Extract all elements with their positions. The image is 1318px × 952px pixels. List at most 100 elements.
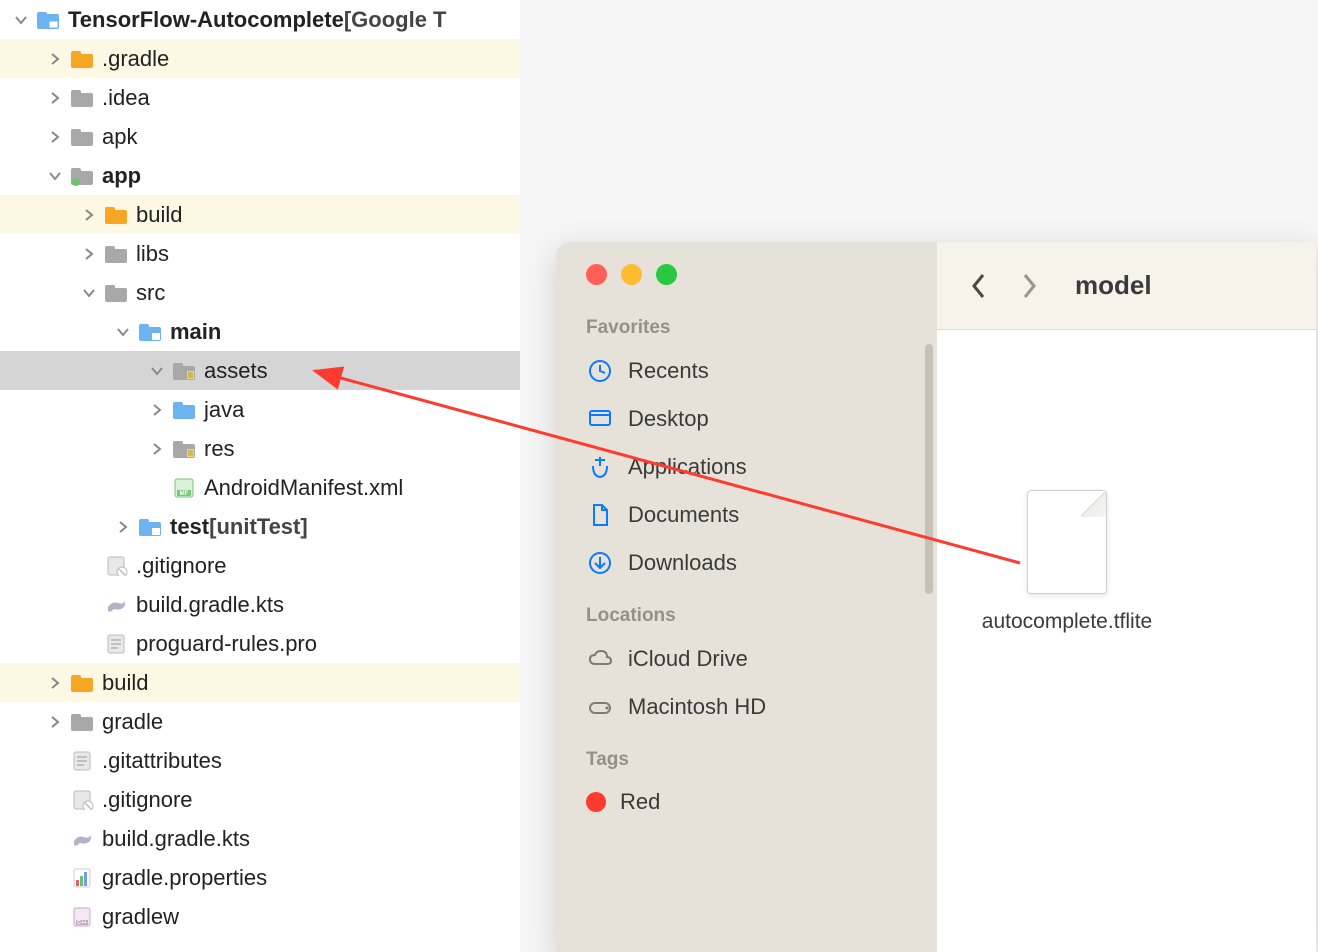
tree-item-label: build [102,670,148,696]
sidebar-tag-red[interactable]: Red [556,779,937,825]
tree-item-libs[interactable]: libs [0,234,520,273]
finder-main: model autocomplete.tflite [937,242,1316,952]
tree-item-tensorflow-autocomplete[interactable]: TensorFlow-Autocomplete [Google T [0,0,520,39]
file-dim-icon [104,556,128,576]
svg-text:MF: MF [180,491,189,497]
tree-item--gradle[interactable]: .gradle [0,39,520,78]
file-icon [70,751,94,771]
folder-gray-icon [70,88,94,108]
chevron-right-icon[interactable] [116,520,130,534]
maximize-window-button[interactable] [656,264,677,285]
tree-item-androidmanifest-xml[interactable]: MF AndroidManifest.xml [0,468,520,507]
tree-item-label: apk [102,124,137,150]
finder-content[interactable]: autocomplete.tflite [937,330,1316,952]
tree-item-label: app [102,163,141,189]
tree-item--idea[interactable]: .idea [0,78,520,117]
chevron-down-icon[interactable] [116,325,130,339]
tag-dot-icon [586,792,606,812]
tree-item-build[interactable]: build [0,195,520,234]
folder-gray-icon [70,712,94,732]
tree-item-label: proguard-rules.pro [136,631,317,657]
window-controls [556,264,937,285]
tree-item-main[interactable]: main [0,312,520,351]
chevron-right-icon[interactable] [150,403,164,417]
chevron-right-icon[interactable] [48,676,62,690]
tree-item-label: .gitignore [102,787,193,813]
sidebar-item-icloud-drive[interactable]: iCloud Drive [556,635,937,683]
folder-resources-icon [172,361,196,381]
folder-source-icon [172,400,196,420]
tree-item--gitignore[interactable]: .gitignore [0,546,520,585]
download-icon [586,549,614,577]
sidebar-item-documents[interactable]: Documents [556,491,937,539]
tree-item-apk[interactable]: apk [0,117,520,156]
sidebar-item-desktop[interactable]: Desktop [556,395,937,443]
sidebar-item-applications[interactable]: Applications [556,443,937,491]
tree-item-src[interactable]: src [0,273,520,312]
tree-item-gradlew[interactable]: C++ gradlew [0,897,520,936]
sidebar-item-recents[interactable]: Recents [556,347,937,395]
svg-text:C++: C++ [77,920,87,926]
folder-orange-icon [70,49,94,69]
tree-item--gitattributes[interactable]: .gitattributes [0,741,520,780]
file-icon [1027,490,1107,594]
tree-item--gitignore[interactable]: .gitignore [0,780,520,819]
tags-header: Tags [556,749,937,779]
finder-toolbar: model [937,242,1316,330]
tree-item-assets[interactable]: assets [0,351,520,390]
minimize-window-button[interactable] [621,264,642,285]
tree-item-build-gradle-kts[interactable]: build.gradle.kts [0,585,520,624]
tree-item-proguard-rules-pro[interactable]: proguard-rules.pro [0,624,520,663]
back-button[interactable] [961,268,997,304]
forward-button[interactable] [1011,268,1047,304]
tree-item-label: libs [136,241,169,267]
close-window-button[interactable] [586,264,607,285]
tree-item-java[interactable]: java [0,390,520,429]
chevron-right-icon[interactable] [150,442,164,456]
chevron-down-icon[interactable] [82,286,96,300]
chevron-right-icon[interactable] [82,247,96,261]
sidebar-item-downloads[interactable]: Downloads [556,539,937,587]
folder-blue-dot-icon [70,166,94,186]
sidebar-item-label: Red [620,789,660,815]
tree-item-label: AndroidManifest.xml [204,475,403,501]
tree-item-gradle-properties[interactable]: gradle.properties [0,858,520,897]
chevron-down-icon[interactable] [14,13,28,27]
finder-title: model [1075,270,1152,301]
tree-item-label: main [170,319,221,345]
chevron-right-icon[interactable] [48,715,62,729]
tree-item-build[interactable]: build [0,663,520,702]
file-item[interactable]: autocomplete.tflite [987,490,1147,635]
tree-item-label: gradle [102,709,163,735]
sidebar-scrollbar[interactable] [925,344,933,594]
tree-item-label: build [136,202,182,228]
manifest-icon: MF [172,478,196,498]
folder-gray-icon [104,244,128,264]
chevron-down-icon[interactable] [48,169,62,183]
sidebar-item-macintosh-hd[interactable]: Macintosh HD [556,683,937,731]
tree-item-build-gradle-kts[interactable]: build.gradle.kts [0,819,520,858]
chevron-right-icon[interactable] [48,52,62,66]
tree-item-label: java [204,397,244,423]
tree-item-gradle[interactable]: gradle [0,702,520,741]
tree-item-label: build.gradle.kts [136,592,284,618]
chevron-down-icon[interactable] [150,364,164,378]
chevron-right-icon[interactable] [48,91,62,105]
sidebar-item-label: Documents [628,502,739,528]
tree-item-label: test [170,514,209,540]
tree-item-label: .gitattributes [102,748,222,774]
finder-sidebar: Favorites RecentsDesktopApplicationsDocu… [556,242,937,952]
tree-item-annotation: [Google T [344,7,447,33]
file-icon [104,634,128,654]
tree-item-label: gradlew [102,904,179,930]
desktop-icon [586,405,614,433]
tree-item-annotation: [unitTest] [209,514,308,540]
tree-item-res[interactable]: res [0,429,520,468]
chevron-right-icon[interactable] [82,208,96,222]
chevron-right-icon[interactable] [48,130,62,144]
tree-item-app[interactable]: app [0,156,520,195]
tree-item-label: .idea [102,85,150,111]
tree-item-test[interactable]: test [unitTest] [0,507,520,546]
folder-resources-icon [172,439,196,459]
sidebar-item-label: Recents [628,358,709,384]
